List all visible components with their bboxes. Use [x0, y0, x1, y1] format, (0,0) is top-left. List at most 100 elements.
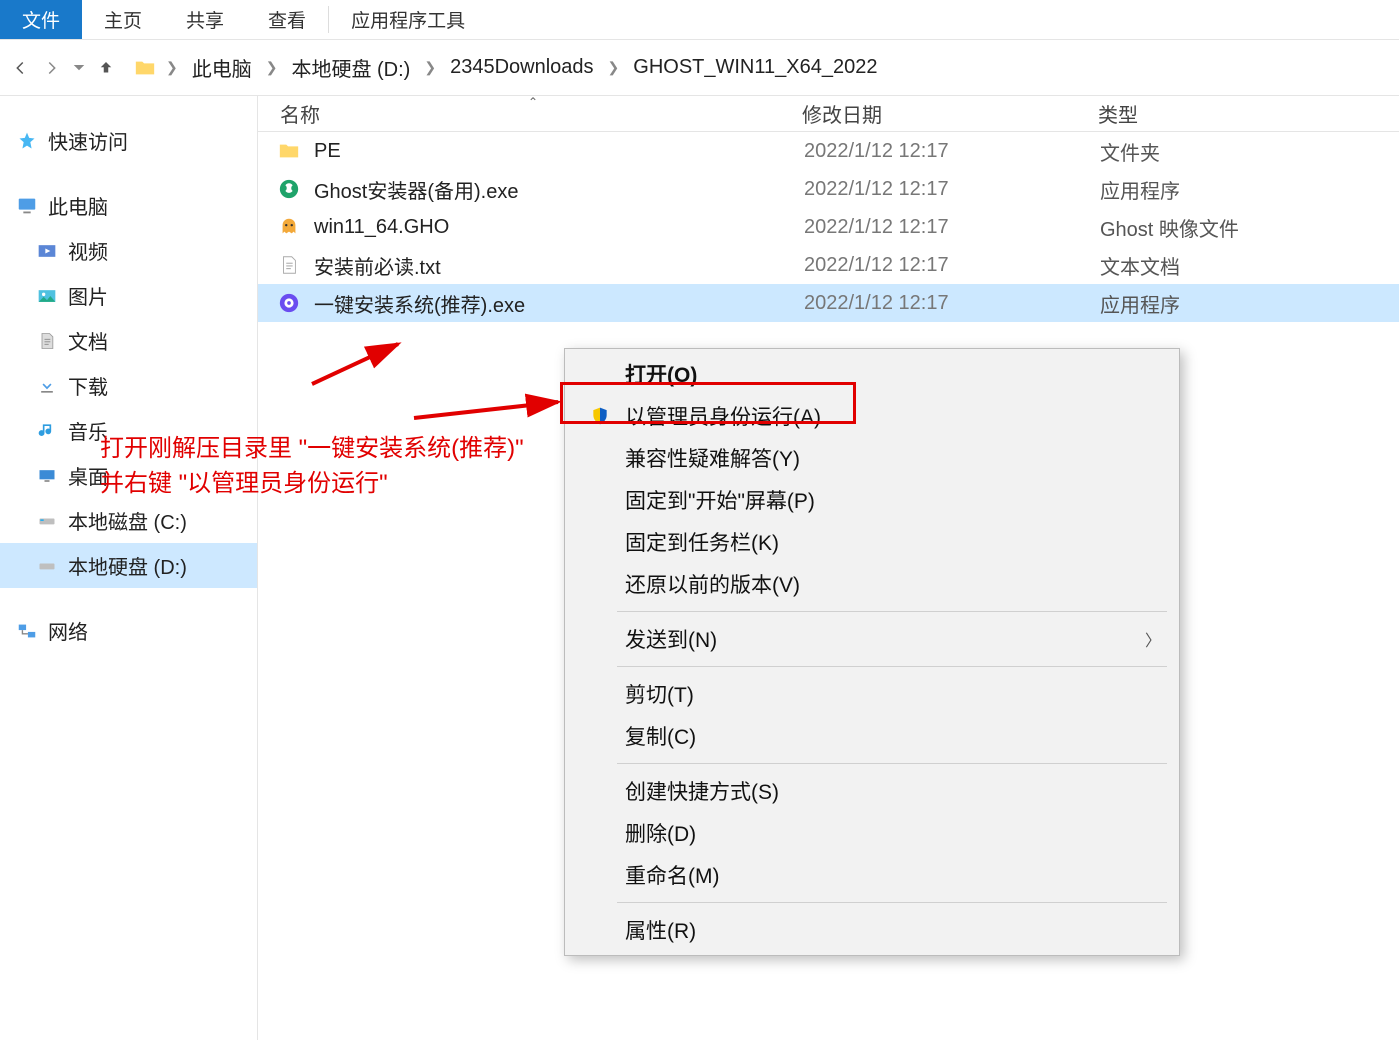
sidebar-item-label: 音乐: [68, 416, 108, 445]
breadcrumb-item[interactable]: 此电脑: [188, 51, 256, 84]
sidebar-network[interactable]: 网络: [0, 608, 257, 653]
column-type[interactable]: 类型: [1098, 99, 1399, 128]
tab-home[interactable]: 主页: [82, 0, 164, 39]
sidebar-item-desktop[interactable]: 桌面: [0, 453, 257, 498]
sidebar-item-documents[interactable]: 文档: [0, 318, 257, 363]
file-row[interactable]: win11_64.GHO2022/1/12 12:17Ghost 映像文件: [258, 208, 1399, 246]
context-menu-item[interactable]: 打开(O): [567, 353, 1177, 395]
sidebar-item-drive-c[interactable]: 本地磁盘 (C:): [0, 498, 257, 543]
file-type: 应用程序: [1100, 175, 1180, 204]
star-icon: [16, 130, 38, 152]
context-menu-item[interactable]: 兼容性疑难解答(Y): [567, 437, 1177, 479]
context-menu: 打开(O) 以管理员身份运行(A) 兼容性疑难解答(Y) 固定到"开始"屏幕(P)固定…: [564, 348, 1180, 956]
sidebar-item-label: 图片: [68, 281, 108, 310]
file-date: 2022/1/12 12:17: [804, 292, 1100, 315]
file-name: PE: [314, 140, 804, 163]
txt-icon: [276, 252, 302, 278]
sidebar-item-label: 视频: [68, 236, 108, 265]
breadcrumb[interactable]: ❯ 此电脑 ❯ 本地硬盘 (D:) ❯ 2345Downloads ❯ GHOS…: [134, 51, 881, 84]
ghost-exe-icon: [276, 176, 302, 202]
blank-icon: [585, 572, 615, 596]
sidebar-item-label: 本地硬盘 (D:): [68, 551, 187, 580]
gho-icon: [276, 214, 302, 240]
context-menu-item[interactable]: 固定到"开始"屏幕(P): [567, 479, 1177, 521]
context-menu-item[interactable]: 属性(R): [567, 909, 1177, 951]
tab-view[interactable]: 查看: [246, 0, 328, 39]
file-row[interactable]: PE2022/1/12 12:17文件夹: [258, 132, 1399, 170]
sidebar-item-pictures[interactable]: 图片: [0, 273, 257, 318]
blank-icon: [585, 530, 615, 554]
ribbon-tabs: 文件 主页 共享 查看 应用程序工具: [0, 0, 1399, 40]
sidebar-item-label: 本地磁盘 (C:): [68, 506, 187, 535]
sidebar-item-label: 文档: [68, 326, 108, 355]
sidebar-item-label: 快速访问: [48, 126, 128, 155]
chevron-right-icon: ❯: [600, 59, 628, 76]
file-name: 一键安装系统(推荐).exe: [314, 289, 804, 318]
file-name: Ghost安装器(备用).exe: [314, 175, 804, 204]
context-menu-item[interactable]: 删除(D): [567, 812, 1177, 854]
context-menu-item[interactable]: 创建快捷方式(S): [567, 770, 1177, 812]
context-menu-item[interactable]: 以管理员身份运行(A): [567, 395, 1177, 437]
file-date: 2022/1/12 12:17: [804, 178, 1100, 201]
context-menu-separator: [617, 763, 1167, 764]
file-date: 2022/1/12 12:17: [804, 140, 1100, 163]
file-date: 2022/1/12 12:17: [804, 216, 1100, 239]
context-menu-separator: [617, 611, 1167, 612]
context-menu-item[interactable]: 固定到任务栏(K): [567, 521, 1177, 563]
download-icon: [36, 375, 58, 397]
folder-icon: [134, 57, 156, 79]
drive-icon: [36, 510, 58, 532]
breadcrumb-item[interactable]: 2345Downloads: [446, 54, 597, 81]
sidebar-item-downloads[interactable]: 下载: [0, 363, 257, 408]
file-row[interactable]: 安装前必读.txt2022/1/12 12:17文本文档: [258, 246, 1399, 284]
breadcrumb-item[interactable]: GHOST_WIN11_X64_2022: [629, 54, 881, 81]
context-menu-item[interactable]: 重命名(M): [567, 854, 1177, 896]
context-menu-label: 打开(O): [623, 359, 1161, 389]
context-menu-label: 删除(D): [623, 818, 1161, 848]
video-icon: [36, 240, 58, 262]
back-button[interactable]: [4, 52, 36, 84]
file-type: 文件夹: [1100, 137, 1160, 166]
sidebar-this-pc[interactable]: 此电脑: [0, 183, 257, 228]
sidebar-item-label: 桌面: [68, 461, 108, 490]
sidebar: 快速访问 此电脑 视频 图片 文档 下载 音乐: [0, 96, 258, 1040]
blank-icon: [585, 446, 615, 470]
tab-file[interactable]: 文件: [0, 0, 82, 39]
context-menu-item[interactable]: 还原以前的版本(V): [567, 563, 1177, 605]
tab-share[interactable]: 共享: [164, 0, 246, 39]
context-menu-label: 以管理员身份运行(A): [623, 401, 1161, 431]
sidebar-item-drive-d[interactable]: 本地硬盘 (D:): [0, 543, 257, 588]
context-menu-item[interactable]: 剪切(T): [567, 673, 1177, 715]
context-menu-item[interactable]: 发送到(N)〉: [567, 618, 1177, 660]
context-menu-label: 兼容性疑难解答(Y): [623, 443, 1161, 473]
shield-icon: [585, 404, 615, 428]
chevron-right-icon: ❯: [258, 59, 286, 76]
file-type: 文本文档: [1100, 251, 1180, 280]
file-type: 应用程序: [1100, 289, 1180, 318]
breadcrumb-item[interactable]: 本地硬盘 (D:): [287, 51, 414, 84]
column-headers[interactable]: ⌃ 名称 修改日期 类型: [258, 96, 1399, 132]
blank-icon: [585, 362, 615, 386]
forward-button[interactable]: [36, 52, 68, 84]
context-menu-separator: [617, 902, 1167, 903]
chevron-right-icon: 〉: [1145, 627, 1161, 651]
column-date[interactable]: 修改日期: [802, 99, 1098, 128]
context-menu-item[interactable]: 复制(C): [567, 715, 1177, 757]
blank-icon: [585, 821, 615, 845]
folder-icon: [276, 138, 302, 164]
sidebar-item-videos[interactable]: 视频: [0, 228, 257, 273]
context-menu-label: 创建快捷方式(S): [623, 776, 1161, 806]
recent-dropdown[interactable]: [68, 52, 90, 84]
sidebar-item-music[interactable]: 音乐: [0, 408, 257, 453]
up-button[interactable]: [90, 52, 122, 84]
tab-app-tools[interactable]: 应用程序工具: [329, 0, 487, 39]
file-row[interactable]: Ghost安装器(备用).exe2022/1/12 12:17应用程序: [258, 170, 1399, 208]
sidebar-item-label: 此电脑: [48, 191, 108, 220]
blank-icon: [585, 682, 615, 706]
picture-icon: [36, 285, 58, 307]
context-menu-label: 发送到(N): [623, 624, 1145, 654]
file-row[interactable]: 一键安装系统(推荐).exe2022/1/12 12:17应用程序: [258, 284, 1399, 322]
sort-indicator-icon: ⌃: [528, 95, 538, 109]
sidebar-quick-access[interactable]: 快速访问: [0, 118, 257, 163]
network-icon: [16, 620, 38, 642]
